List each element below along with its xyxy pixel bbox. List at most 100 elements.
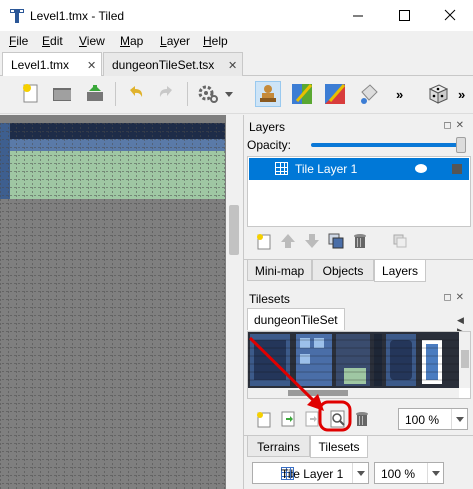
scrollbar-thumb[interactable]	[229, 205, 239, 255]
lock-icon[interactable]	[452, 164, 462, 174]
toolbar-separator	[187, 82, 188, 106]
save-button[interactable]	[82, 81, 108, 107]
maximize-button[interactable]	[381, 0, 427, 31]
status-layer-select[interactable]: Tile Layer 1	[252, 462, 369, 484]
dock-float-close-icon[interactable]: ◻✕	[443, 292, 468, 303]
toolbar-separator	[115, 82, 116, 106]
tab-dungeon-tileset[interactable]: dungeonTileSet.tsx ✕	[103, 52, 243, 76]
status-zoom-select[interactable]: 100 %	[374, 462, 444, 484]
terrain-brush-button[interactable]	[289, 81, 315, 107]
new-tileset-button[interactable]	[254, 409, 274, 429]
tileset-vertical-scrollbar[interactable]	[459, 332, 470, 388]
tile-map[interactable]	[0, 123, 225, 489]
canvas-vertical-scrollbar[interactable]	[226, 115, 242, 489]
gear-icon	[198, 85, 218, 103]
status-layer-name: Tile Layer 1	[281, 467, 344, 481]
opacity-label: Opacity:	[247, 138, 292, 152]
duplicate-icon	[328, 233, 344, 249]
menu-help[interactable]: Help	[203, 34, 228, 48]
tiled-app-icon	[10, 9, 24, 23]
embed-tileset-icon	[281, 411, 295, 427]
delete-layer-button[interactable]	[350, 231, 370, 251]
wang-brush-button[interactable]	[322, 81, 348, 107]
scrollbar-thumb[interactable]	[288, 390, 348, 396]
tileset-horizontal-scrollbar[interactable]	[248, 388, 459, 398]
status-zoom-value: 100 %	[381, 467, 416, 481]
undo-button[interactable]	[122, 81, 148, 107]
export-tileset-button[interactable]	[302, 409, 322, 429]
commands-button[interactable]	[195, 81, 221, 107]
tab-close-icon[interactable]: ✕	[87, 59, 96, 72]
main-toolbar: » »	[0, 76, 473, 114]
tileset-image[interactable]	[248, 332, 459, 388]
lower-layer-button[interactable]	[302, 231, 322, 251]
right-dock: Layers ◻✕ Opacity: Tile Layer 1 Mini-map…	[243, 115, 473, 489]
embed-tileset-button[interactable]	[278, 409, 298, 429]
chevron-down-icon[interactable]	[451, 409, 467, 429]
tab-level1[interactable]: Level1.tmx ✕	[2, 52, 102, 77]
menu-map[interactable]: Map	[120, 34, 143, 48]
menu-bar: File Edit View Map Layer Help	[0, 31, 473, 51]
tab-close-icon[interactable]: ✕	[228, 59, 237, 72]
menu-view[interactable]: View	[79, 34, 105, 48]
new-layer-icon	[257, 234, 271, 250]
tilesets-toolbar	[254, 409, 394, 431]
new-map-icon	[23, 84, 38, 103]
tab-objects[interactable]: Objects	[312, 260, 374, 281]
layers-toolbar	[254, 231, 424, 253]
dock-float-close-icon[interactable]: ◻✕	[443, 120, 468, 131]
save-icon	[87, 85, 103, 101]
bucket-fill-button[interactable]	[356, 81, 382, 107]
tilesets-panel-title: Tilesets	[249, 292, 290, 306]
open-button[interactable]	[49, 81, 75, 107]
tab-dungeon-tileset[interactable]: dungeonTileSet	[247, 308, 345, 330]
scrollbar-thumb[interactable]	[461, 350, 469, 368]
layer-row[interactable]: Tile Layer 1	[249, 158, 469, 180]
window-title: Level1.tmx - Tiled	[30, 9, 125, 23]
random-mode-button[interactable]	[425, 81, 451, 107]
chevron-down-icon[interactable]	[352, 463, 368, 483]
new-map-button[interactable]	[18, 81, 44, 107]
raise-layer-button[interactable]	[278, 231, 298, 251]
new-tileset-icon	[257, 412, 271, 428]
tileset-zoom-select[interactable]: 100 %	[398, 408, 468, 430]
redo-button[interactable]	[154, 81, 180, 107]
menu-layer[interactable]: Layer	[160, 34, 190, 48]
visibility-eye-icon[interactable]	[415, 164, 427, 173]
title-bar: Level1.tmx - Tiled	[0, 0, 473, 31]
layers-panel-title: Layers	[249, 120, 286, 134]
map-canvas[interactable]	[0, 115, 242, 489]
stack-icon	[393, 234, 407, 248]
bucket-fill-icon	[361, 84, 378, 104]
opacity-slider[interactable]	[311, 143, 459, 147]
stamp-brush-button[interactable]	[255, 81, 281, 107]
layers-dock-tabs: Mini-map Objects Layers	[244, 259, 473, 282]
remove-tileset-button[interactable]	[352, 409, 372, 429]
tab-label: Level1.tmx	[11, 58, 70, 72]
menu-edit[interactable]: Edit	[42, 34, 63, 48]
arrow-down-icon	[305, 234, 319, 248]
close-button[interactable]	[427, 0, 473, 31]
arrow-up-icon	[281, 234, 295, 248]
layer-options-button[interactable]	[390, 231, 410, 251]
new-layer-button[interactable]	[254, 231, 274, 251]
opacity-slider-handle[interactable]	[456, 137, 466, 153]
tab-terrains[interactable]: Terrains	[247, 436, 310, 457]
toolbar-overflow-icon[interactable]: »	[396, 87, 403, 102]
tileset-view[interactable]	[247, 331, 471, 399]
trash-icon	[354, 234, 366, 248]
menu-file[interactable]: File	[9, 34, 28, 48]
chevron-down-icon[interactable]	[427, 463, 443, 483]
tab-mini-map[interactable]: Mini-map	[247, 260, 312, 281]
minimize-button[interactable]	[335, 0, 381, 31]
chevron-down-icon[interactable]	[225, 92, 233, 97]
open-folder-icon	[53, 88, 71, 101]
tab-layers[interactable]: Layers	[374, 260, 426, 282]
tab-tilesets[interactable]: Tilesets	[310, 436, 368, 458]
tileset-zoom-value: 100 %	[405, 413, 440, 427]
document-tab-bar: Level1.tmx ✕ dungeonTileSet.tsx ✕	[0, 51, 473, 77]
edit-tileset-button[interactable]	[328, 409, 348, 429]
duplicate-layer-button[interactable]	[326, 231, 346, 251]
layer-name: Tile Layer 1	[295, 162, 358, 176]
toolbar-overflow-icon[interactable]: »	[458, 87, 465, 102]
